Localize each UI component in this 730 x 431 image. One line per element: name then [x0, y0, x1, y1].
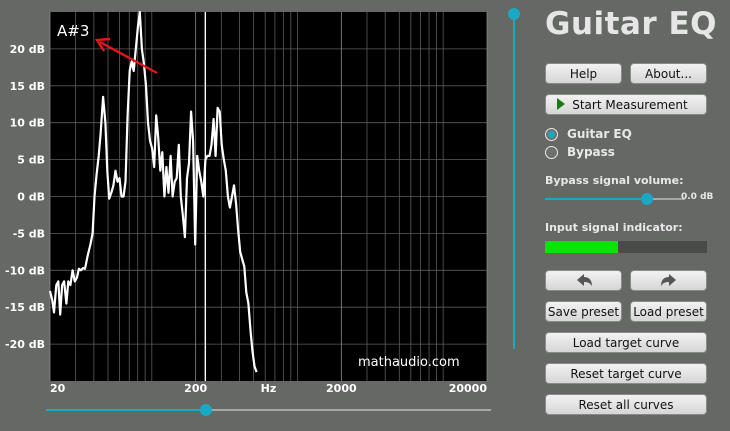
mode-option-bypass[interactable]: Bypass: [545, 145, 615, 159]
mode-option-guitar-eq[interactable]: Guitar EQ: [545, 127, 632, 141]
x-tick-label: 20000: [449, 382, 488, 395]
input-signal-label: Input signal indicator:: [545, 221, 683, 234]
y-tick-label: 20 dB: [10, 43, 45, 56]
redo-arrow-icon: [660, 273, 676, 286]
y-tick-label: 10 dB: [10, 117, 45, 130]
y-tick-label: -5 dB: [13, 227, 45, 240]
eq-plot[interactable]: 20 dB 15 dB 10 dB 5 dB 0 dB -5 dB -10 dB -15 dB…: [0, 0, 512, 431]
x-tick-label: 20: [50, 382, 66, 395]
y-tick-label: 5 dB: [17, 154, 45, 167]
y-tick-label: -20 dB: [5, 338, 45, 351]
note-annotation: A#3: [57, 22, 89, 40]
help-button[interactable]: Help: [545, 63, 622, 84]
x-axis-labels: 20 200 Hz 2000 20000: [50, 382, 487, 395]
mode-label-guitar-eq: Guitar EQ: [567, 127, 632, 141]
bypass-volume-label: Bypass signal volume:: [545, 174, 684, 187]
save-preset-button[interactable]: Save preset: [545, 301, 622, 322]
x-tick-label: 2000: [326, 382, 357, 395]
frequency-slider-fill: [46, 409, 207, 411]
y-axis-labels: 20 dB 15 dB 10 dB 5 dB 0 dB -5 dB -10 dB -15 dB…: [5, 43, 45, 351]
bypass-volume-value: 0.0 dB: [681, 192, 714, 202]
app-title: Guitar EQ: [545, 6, 717, 42]
radio-selected-dot: [548, 130, 555, 138]
input-signal-level: [545, 241, 618, 253]
bypass-volume-fill: [545, 198, 648, 200]
radio-bypass[interactable]: [545, 145, 558, 159]
vertical-slider-fill: [513, 14, 515, 349]
radio-guitar-eq[interactable]: [545, 127, 558, 141]
reset-all-curves-button[interactable]: Reset all curves: [545, 394, 707, 415]
x-tick-label: Hz: [261, 382, 277, 395]
x-tick-label: 200: [184, 382, 207, 395]
load-preset-button[interactable]: Load preset: [630, 301, 707, 322]
undo-arrow-icon: [576, 273, 592, 286]
start-measurement-label: Start Measurement: [572, 97, 688, 112]
load-target-curve-button[interactable]: Load target curve: [545, 332, 707, 353]
y-tick-label: 0 dB: [17, 191, 45, 204]
y-tick-label: -15 dB: [5, 301, 45, 314]
redo-button[interactable]: [630, 270, 707, 291]
input-signal-meter: [545, 241, 707, 253]
bypass-volume-knob[interactable]: [641, 193, 654, 205]
undo-button[interactable]: [545, 270, 622, 291]
y-tick-label: -10 dB: [5, 264, 45, 277]
watermark: mathaudio.com: [358, 355, 460, 370]
y-tick-label: 15 dB: [10, 80, 45, 93]
play-icon: [557, 98, 565, 110]
mode-label-bypass: Bypass: [567, 145, 615, 159]
vertical-slider-knob[interactable]: [508, 8, 520, 20]
start-measurement-button[interactable]: Start Measurement: [545, 94, 707, 115]
about-button[interactable]: About...: [630, 63, 707, 84]
reset-target-curve-button[interactable]: Reset target curve: [545, 363, 707, 384]
